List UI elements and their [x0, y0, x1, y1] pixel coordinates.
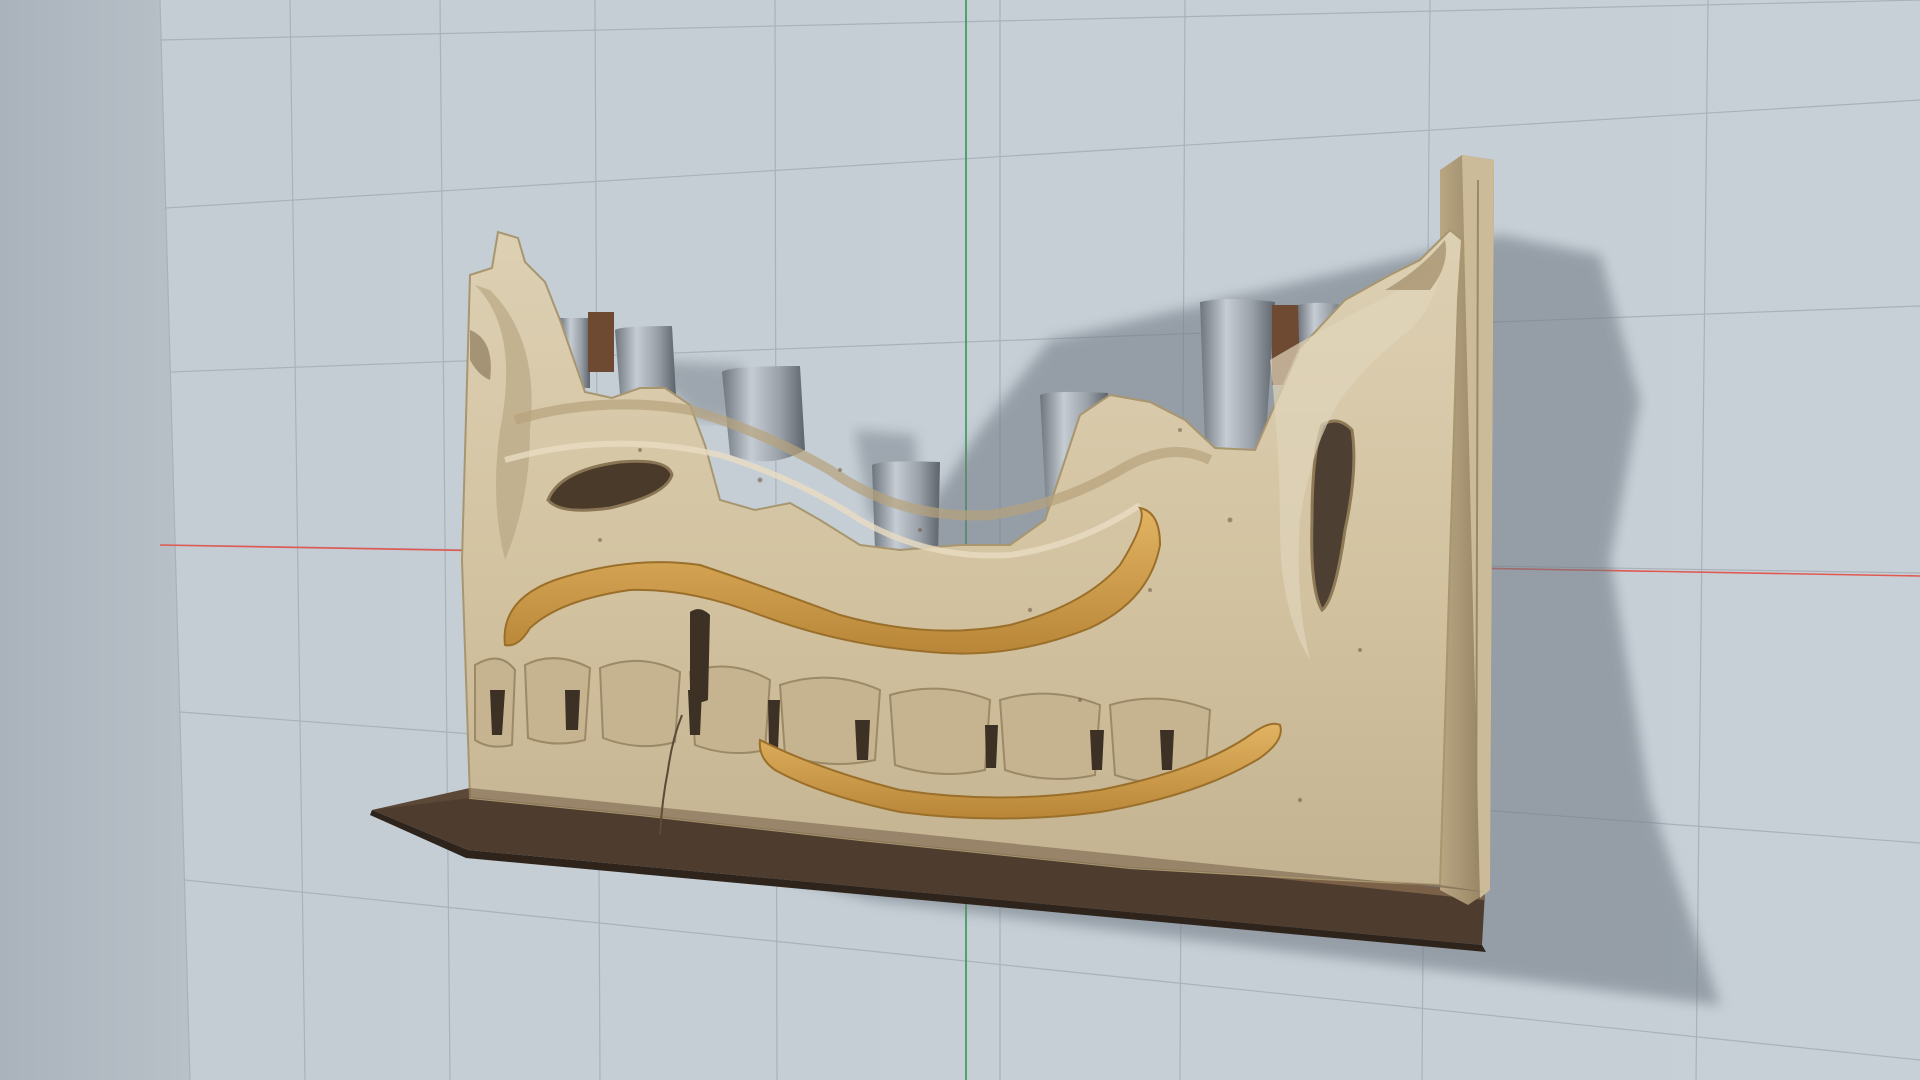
pipe-wood [588, 312, 614, 372]
viewport-canvas[interactable] [0, 0, 1920, 1080]
left-plane [0, 0, 190, 1080]
3d-viewport[interactable] [0, 0, 1920, 1080]
